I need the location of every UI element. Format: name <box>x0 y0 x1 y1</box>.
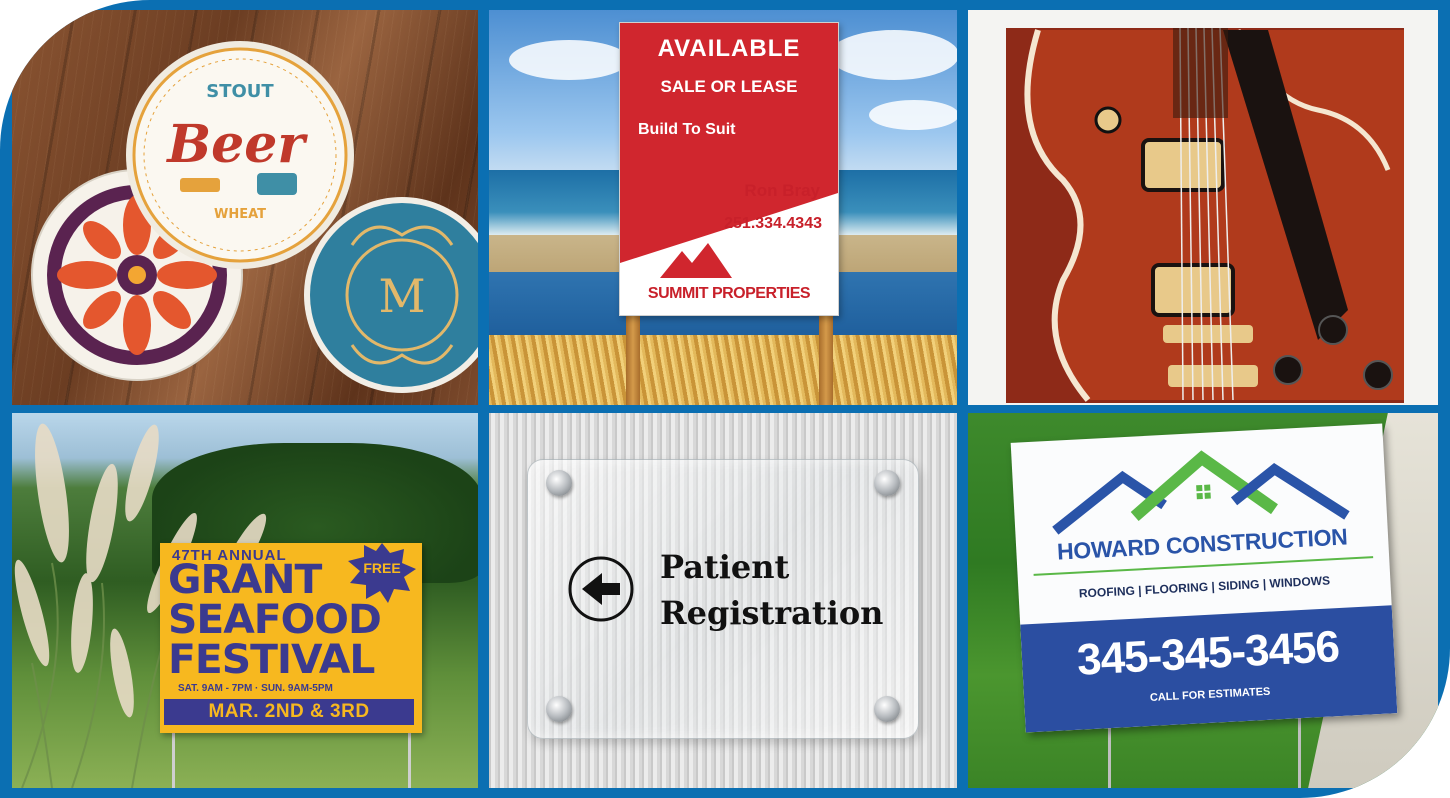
sign-company: SUMMIT PROPERTIES <box>647 285 811 302</box>
real-estate-sign: AVAILABLE SALE OR LEASE Build To Suit Ro… <box>619 22 839 316</box>
beer-word-wheat: WHEAT <box>214 207 266 222</box>
construction-sign-photo: HOWARD CONSTRUCTION ROOFING | FLOORING |… <box>968 413 1438 788</box>
construction-sign: HOWARD CONSTRUCTION ROOFING | FLOORING |… <box>1010 423 1398 733</box>
sign-line-available: AVAILABLE <box>657 35 801 62</box>
sign-agent-name: Ron Bray <box>744 181 820 200</box>
standoff-icon <box>546 696 572 722</box>
free-badge-text: FREE <box>363 560 400 576</box>
festival-sign: 47TH ANNUAL GRANT SEAFOOD FESTIVAL FREE … <box>160 543 422 733</box>
festival-dates: MAR. 2ND & 3RD <box>164 699 414 725</box>
wayfinding-line-1: Patient <box>660 548 790 586</box>
bridge-icon <box>1163 325 1253 343</box>
acrylic-sign: Patient Registration <box>527 459 919 739</box>
standoff-icon <box>874 696 900 722</box>
neck-pickup-icon <box>1141 138 1225 192</box>
sign-stake-left <box>172 731 175 788</box>
knob-icon <box>1273 355 1303 385</box>
guitar-print-photo <box>968 10 1438 405</box>
beer-word-beer: Beer <box>165 114 308 175</box>
standoff-icon <box>546 470 572 496</box>
knob-icon <box>1363 360 1393 390</box>
mountain-logo-icon <box>660 243 732 278</box>
real-estate-sign-photo: AVAILABLE SALE OR LEASE Build To Suit Ro… <box>489 10 957 405</box>
sign-line-sale-lease: SALE OR LEASE <box>660 77 798 96</box>
free-badge: FREE <box>348 543 416 603</box>
monogram-coaster: M <box>304 197 478 393</box>
construction-services: ROOFING | FLOORING | SIDING | WINDOWS <box>1078 573 1331 601</box>
coasters-art: M STOUT Beer WHEAT <box>31 41 478 393</box>
wayfinding-sign-photo: Patient Registration <box>489 413 957 788</box>
arrow-left-icon <box>568 556 634 622</box>
knob-icon <box>1318 315 1348 345</box>
standoff-icon <box>874 470 900 496</box>
festival-line-festival: FESTIVAL <box>168 637 375 683</box>
festival-sign-photo: 47TH ANNUAL GRANT SEAFOOD FESTIVAL FREE … <box>12 413 478 788</box>
guitar-art <box>1006 27 1404 403</box>
wayfinding-line-2: Registration <box>660 594 884 632</box>
sign-phone: 251.334.4343 <box>724 215 822 232</box>
collage-frame: M STOUT Beer WHEAT AVAILABLE SALE OR LEA… <box>0 0 1450 798</box>
sign-stake-right <box>408 731 411 788</box>
festival-hours: SAT. 9AM - 7PM · SUN. 9AM-5PM <box>178 683 333 694</box>
monogram-letter: M <box>378 269 425 323</box>
beer-coaster: STOUT Beer WHEAT <box>126 41 354 269</box>
coasters-photo: M STOUT Beer WHEAT <box>12 10 478 405</box>
dune-grass <box>489 335 957 405</box>
beer-word-stout: STOUT <box>206 81 274 102</box>
sign-line-build: Build To Suit <box>638 121 736 138</box>
